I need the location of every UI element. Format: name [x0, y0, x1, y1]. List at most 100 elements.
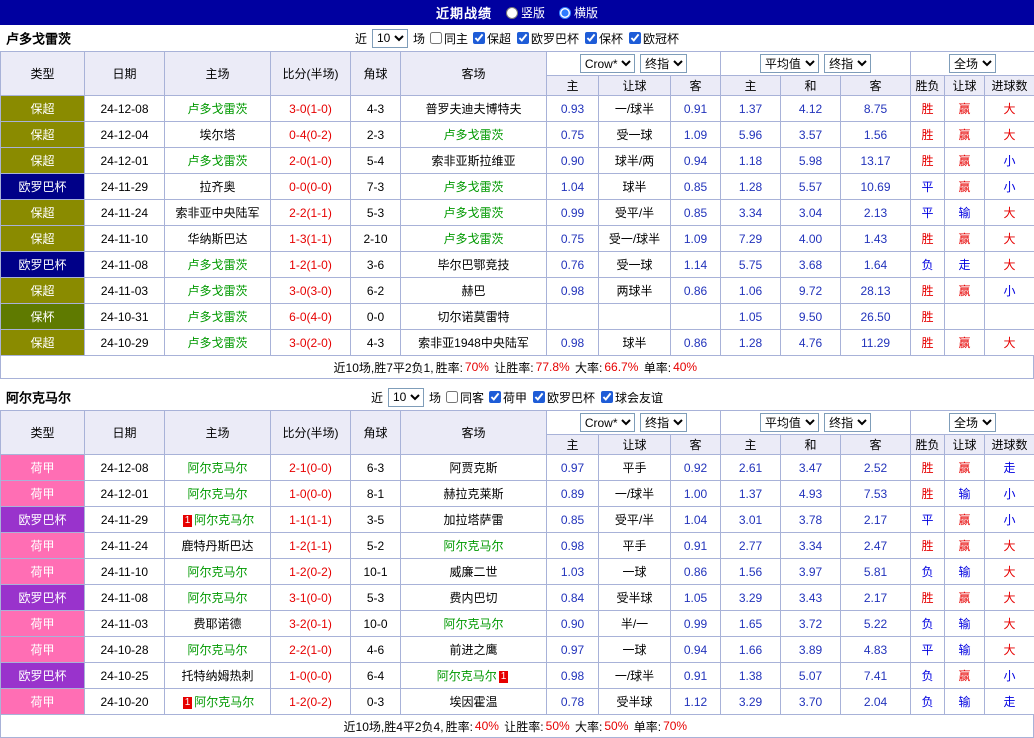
away-team: 前进之鹰 [401, 637, 547, 663]
same-venue-checkbox[interactable] [430, 32, 442, 44]
odds-source-select[interactable]: Crow* [580, 54, 635, 73]
scope-select[interactable]: 全场 [949, 413, 996, 432]
odds-source-select[interactable]: Crow* [580, 413, 635, 432]
result-outcome: 胜 [911, 304, 945, 330]
col-date: 日期 [85, 52, 165, 96]
results-table: 类型 日期 主场 比分(半场) 角球 客场 Crow* 终指 平均值 终指 全场 [0, 410, 1034, 715]
same-venue-filter[interactable]: 同客 [446, 389, 484, 406]
col-home: 主场 [165, 52, 271, 96]
team-name-text: 索非亚斯拉维亚 [431, 154, 515, 168]
home-team: 阿尔克马尔 [165, 585, 271, 611]
match-date: 24-11-10 [85, 226, 165, 252]
corners-score: 2-10 [351, 226, 401, 252]
odds-handicap: 一球 [599, 637, 671, 663]
league-checkbox[interactable] [601, 391, 613, 403]
same-venue-label: 同客 [460, 389, 484, 406]
layout-horizontal-radio[interactable] [559, 7, 571, 19]
result-handicap: 赢 [945, 533, 985, 559]
result-handicap: 赢 [945, 122, 985, 148]
league-filter[interactable]: 荷甲 [489, 389, 527, 406]
home-team: 埃尔塔 [165, 122, 271, 148]
team-name-text: 阿尔克马尔 [187, 461, 247, 475]
result-goals: 小 [985, 507, 1034, 533]
odds-handicap: 半/一 [599, 611, 671, 637]
odds-final-select[interactable]: 终指 [640, 413, 687, 432]
odds-handicap: 球半/两 [599, 148, 671, 174]
team-name-text: 威廉二世 [449, 565, 497, 579]
team-name-text: 卢多戈雷茨 [187, 310, 247, 324]
league-checkbox[interactable] [517, 32, 529, 44]
col-outcome: 胜负 [911, 76, 945, 96]
avg-final-select[interactable]: 终指 [824, 54, 871, 73]
league-filter[interactable]: 保杯 [585, 30, 623, 47]
league-checkbox[interactable] [629, 32, 641, 44]
layout-horizontal-option[interactable]: 横版 [559, 4, 598, 21]
col-away: 客场 [401, 52, 547, 96]
match-row: 荷甲24-12-08阿尔克马尔2-1(0-0)6-3阿贾克斯0.97平手0.92… [1, 455, 1034, 481]
match-date: 24-12-08 [85, 96, 165, 122]
avg-home: 1.38 [721, 663, 781, 689]
same-venue-filter[interactable]: 同主 [430, 30, 468, 47]
league-filter[interactable]: 球会友谊 [601, 389, 663, 406]
avg-away: 28.13 [841, 278, 911, 304]
result-goals: 大 [985, 559, 1034, 585]
league-filter[interactable]: 欧罗巴杯 [517, 30, 579, 47]
team-name-text: 阿尔克马尔 [187, 487, 247, 501]
away-team: 索非亚1948中央陆军 [401, 330, 547, 356]
summary-label: 胜率: [446, 718, 473, 735]
avg-home: 3.34 [721, 200, 781, 226]
result-outcome: 胜 [911, 96, 945, 122]
team-name-text: 前进之鹰 [449, 643, 497, 657]
col-avg-home: 主 [721, 435, 781, 455]
same-venue-checkbox[interactable] [446, 391, 458, 403]
avg-home: 1.06 [721, 278, 781, 304]
result-outcome: 平 [911, 200, 945, 226]
games-label: 场 [429, 389, 441, 406]
league-filter[interactable]: 保超 [473, 30, 511, 47]
result-goals: 大 [985, 611, 1034, 637]
league-checkbox[interactable] [585, 32, 597, 44]
recent-count-select[interactable]: 10 [388, 388, 424, 407]
summary-row: 近10场,胜7平2负1, 胜率:70% 让胜率:77.8% 大率:66.7% 单… [0, 356, 1034, 379]
odds-handicap: 一球 [599, 559, 671, 585]
layout-vertical-option[interactable]: 竖版 [506, 4, 545, 21]
league-filter-label: 保超 [487, 30, 511, 47]
match-row: 荷甲24-11-10阿尔克马尔1-2(0-2)10-1威廉二世1.03一球0.8… [1, 559, 1034, 585]
games-label: 场 [413, 30, 425, 47]
league-filter[interactable]: 欧罗巴杯 [533, 389, 595, 406]
home-team: 拉齐奥 [165, 174, 271, 200]
team-name-text: 阿尔克马尔 [194, 695, 254, 709]
match-date: 24-10-20 [85, 689, 165, 715]
col-corners: 角球 [351, 411, 401, 455]
avg-away: 5.22 [841, 611, 911, 637]
league-checkbox[interactable] [473, 32, 485, 44]
match-row: 欧罗巴杯24-11-08卢多戈雷茨1-2(1-0)3-6毕尔巴鄂竞技0.76受一… [1, 252, 1034, 278]
league-filter[interactable]: 欧冠杯 [629, 30, 679, 47]
avg-draw: 3.70 [781, 689, 841, 715]
avg-home: 1.28 [721, 174, 781, 200]
league-badge: 保超 [1, 148, 85, 174]
avg-draw: 3.68 [781, 252, 841, 278]
avg-draw: 9.72 [781, 278, 841, 304]
avg-home: 1.37 [721, 96, 781, 122]
summary-value: 50% [604, 719, 628, 733]
scope-select[interactable]: 全场 [949, 54, 996, 73]
result-handicap [945, 304, 985, 330]
league-checkbox[interactable] [489, 391, 501, 403]
away-team: 阿尔克马尔1 [401, 663, 547, 689]
summary-label: 单率: [644, 359, 671, 376]
recent-count-select[interactable]: 10 [372, 29, 408, 48]
avg-odds-select[interactable]: 平均值 [760, 54, 819, 73]
league-checkbox[interactable] [533, 391, 545, 403]
odds-final-select[interactable]: 终指 [640, 54, 687, 73]
avg-final-select[interactable]: 终指 [824, 413, 871, 432]
odds-home: 0.98 [547, 330, 599, 356]
summary-label: 单率: [634, 718, 661, 735]
result-goals: 大 [985, 226, 1034, 252]
match-row: 保超24-11-03卢多戈雷茨3-0(3-0)6-2赫巴0.98两球半0.861… [1, 278, 1034, 304]
avg-odds-select[interactable]: 平均值 [760, 413, 819, 432]
layout-vertical-radio[interactable] [506, 7, 518, 19]
match-score: 0-4(0-2) [271, 122, 351, 148]
col-odds-home: 主 [547, 435, 599, 455]
league-badge: 荷甲 [1, 481, 85, 507]
